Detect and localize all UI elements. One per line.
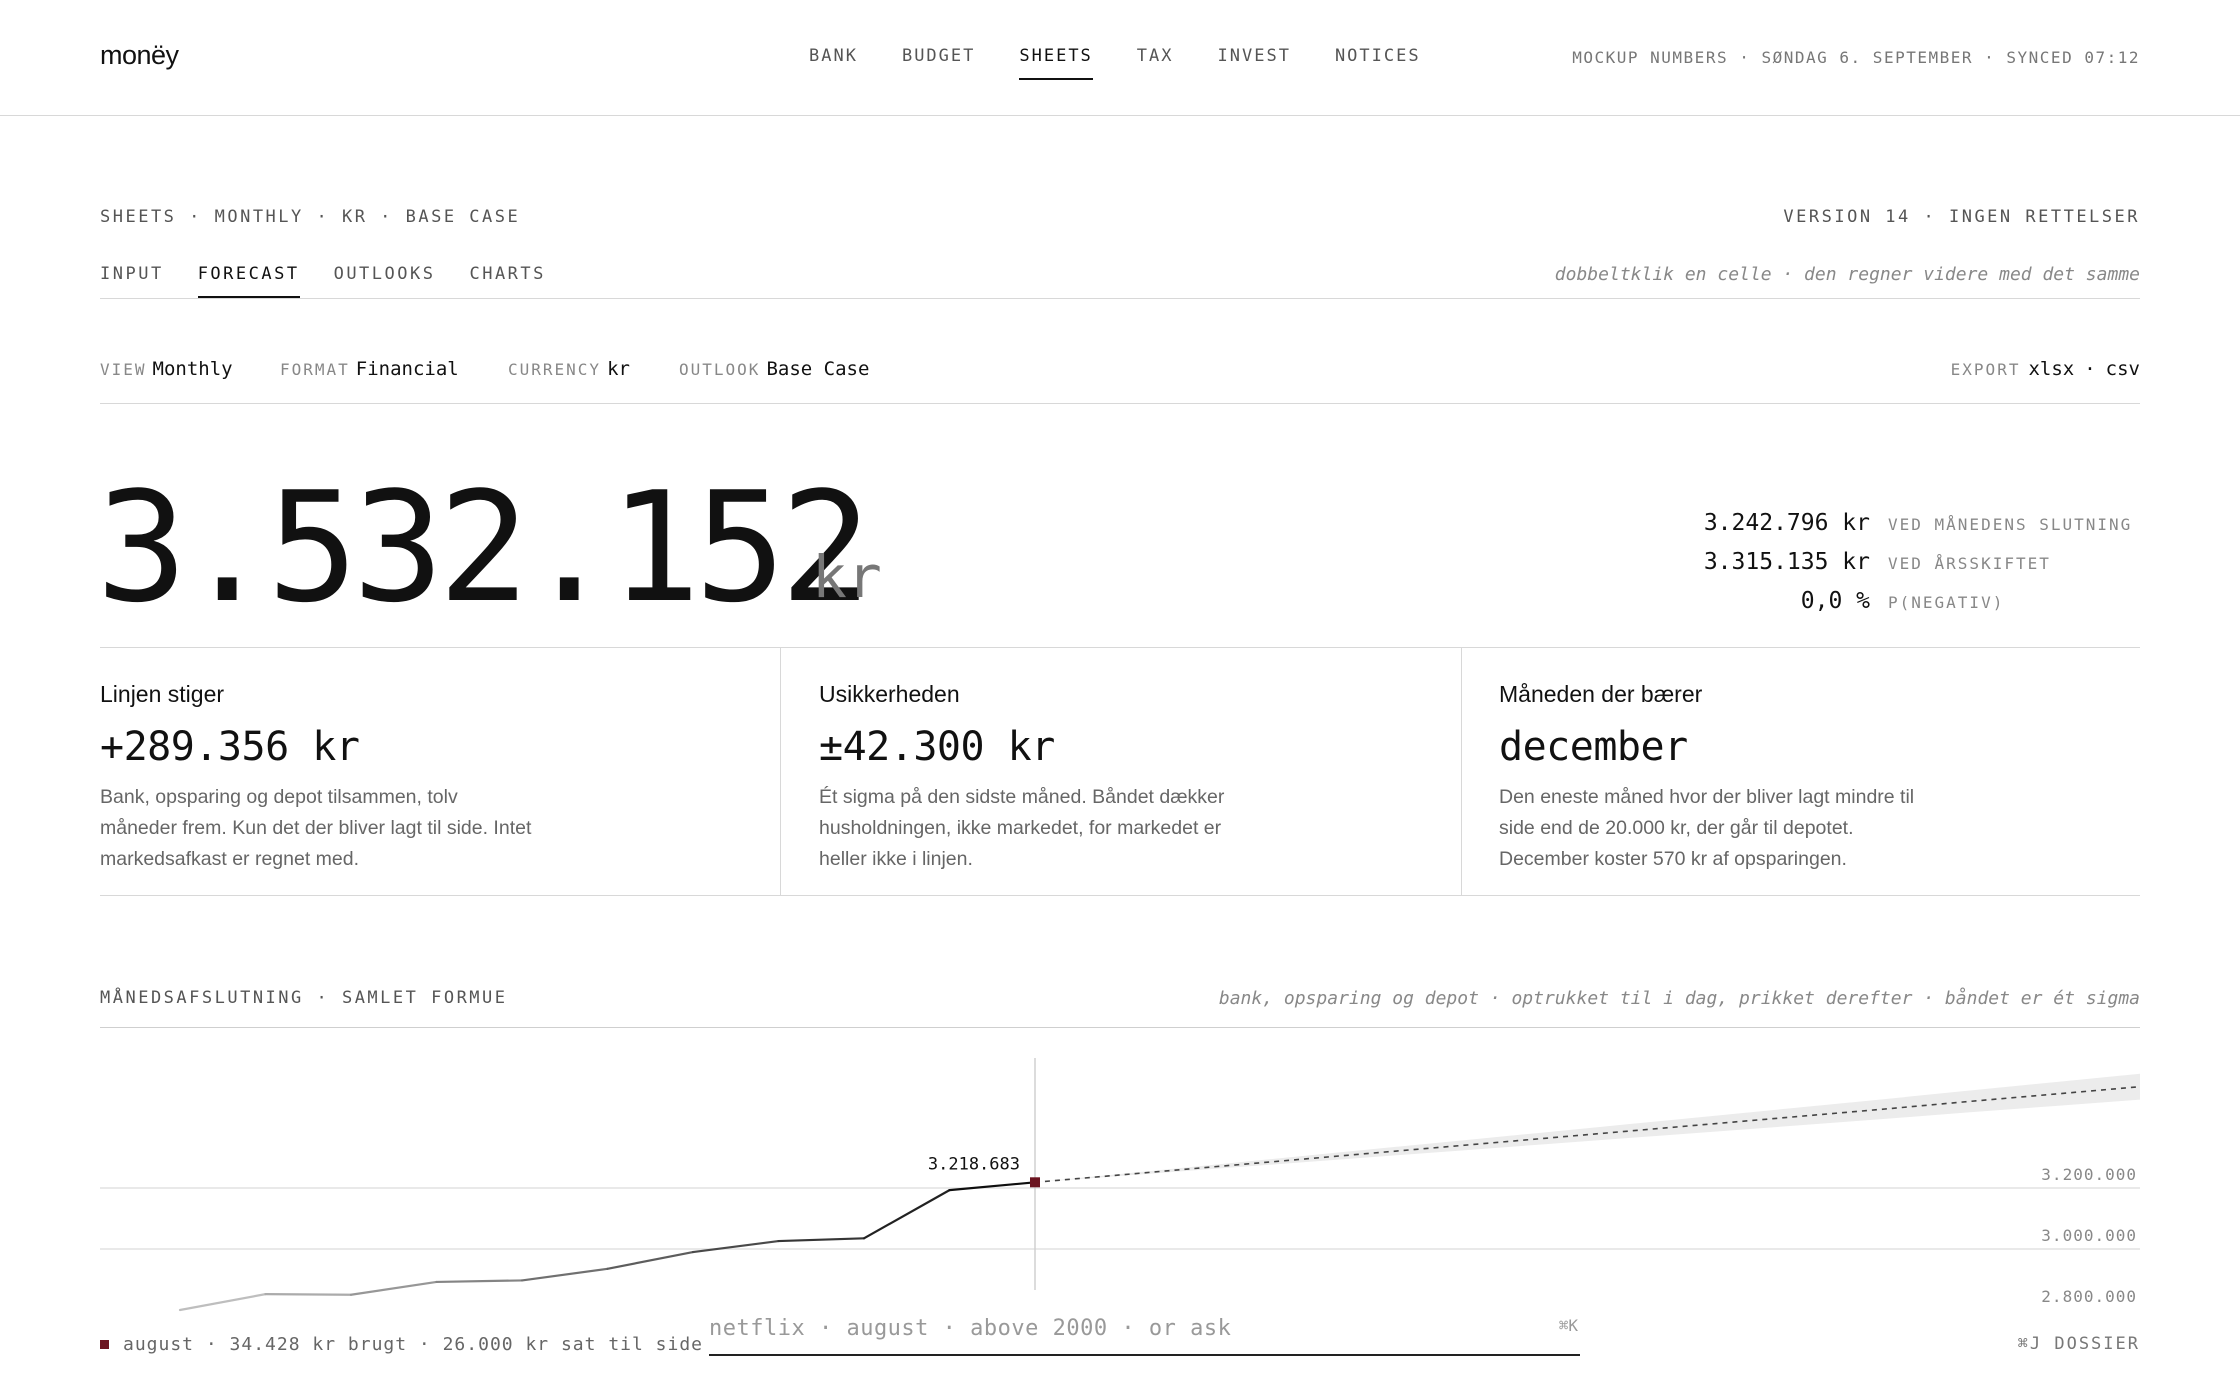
format-control[interactable]: FORMAT Financial [280,358,459,380]
chart-title: MÅNEDSAFSLUTNING · SAMLET FORMUE [100,988,508,1008]
card-description: Ét sigma på den sidste måned. Båndet dæk… [819,786,1225,870]
actual-line-segment [777,1237,866,1243]
card-divider [1461,648,1462,895]
y-tick-labels: 3.200.000 3.000.000 2.800.000 [2041,1165,2137,1306]
view-value[interactable]: Monthly [153,358,233,380]
headline-value: 3.532.152 [96,459,872,636]
kpi-value: 0,0 % [1800,588,1870,614]
nav-budget[interactable]: BUDGET [902,46,975,80]
outlook-value[interactable]: Base Case [766,358,869,380]
edit-hint: dobbeltklik en celle · den regner videre… [1554,264,2140,285]
app-logo[interactable]: monëy [100,40,179,71]
y-tick-label: 2.800.000 [2041,1287,2137,1306]
actual-line-segment [606,1250,695,1270]
kpi-label: VED MÅNEDENS SLUTNING [1888,515,2133,534]
format-label: FORMAT [280,360,350,379]
nav-bank[interactable]: BANK [809,46,858,80]
cards-bottom-divider [100,895,2140,896]
card-description: Bank, opsparing og depot tilsammen, tolv… [100,786,532,870]
card-title: Usikkerheden [819,681,960,707]
kpi-value: 3.242.796 kr [1703,510,1870,536]
breadcrumb: SHEETS · MONTHLY · KR · BASE CASE [100,207,521,227]
tab-input[interactable]: INPUT [100,264,164,298]
kpi-label: VED ÅRSSKIFTET [1888,554,2051,573]
actual-line-segment [264,1293,353,1296]
card-value: december [1499,724,1688,770]
y-tick-label: 3.200.000 [2041,1165,2137,1184]
export-label: EXPORT [1950,360,2021,379]
main-nav: BANK BUDGET SHEETS TAX INVEST NOTICES [809,46,1421,80]
actual-line-segment [349,1280,438,1296]
y-tick-label: 3.000.000 [2041,1226,2137,1245]
month-summary: august · 34.428 kr brugt · 26.000 kr sat… [100,1334,703,1355]
controls-divider [100,403,2140,404]
currency-value[interactable]: kr [607,358,630,380]
card-carrying-month: Måneden der bærer december Den eneste må… [1499,648,2139,895]
dossier-button[interactable]: ⌘J DOSSIER [2018,1334,2140,1354]
card-title: Måneden der bærer [1499,681,1703,707]
today-value-label: 3.218.683 [928,1154,1020,1174]
actual-line-segment [178,1293,267,1312]
command-shortcut: ⌘K [1558,1316,1578,1335]
export-xlsx-button[interactable]: xlsx [2028,358,2074,380]
outlook-label: OUTLOOK [679,360,761,379]
actual-line-segment [862,1189,951,1240]
nav-notices[interactable]: NOTICES [1335,46,1421,80]
actual-line-segment [948,1181,1037,1192]
card-uncertainty: Usikkerheden ±42.300 kr Ét sigma på den … [819,648,1479,895]
format-value[interactable]: Financial [356,358,459,380]
month-summary-text: august · 34.428 kr brugt · 26.000 kr sat… [123,1334,704,1355]
currency-control[interactable]: CURRENCY kr [508,358,630,380]
kpi-year-end: 3.315.135 kr VED ÅRSSKIFTET [1620,549,2140,575]
version-label: VERSION 14 · INGEN RETTELSER [1783,207,2140,227]
export-csv-button[interactable]: csv [2106,358,2140,380]
command-bar: ⌘K [709,1308,1580,1356]
kpi-label: P(NEGATIV) [1888,593,2005,612]
view-control[interactable]: VIEW Monthly [100,358,233,380]
export-control: EXPORT xlsx · csv [1951,358,2140,380]
actual-line-segment [691,1239,780,1254]
month-marker-icon [100,1340,109,1349]
tab-charts[interactable]: CHARTS [469,264,545,298]
kpi-value: 3.315.135 kr [1703,549,1870,575]
kpi-month-end: 3.242.796 kr VED MÅNEDENS SLUTNING [1620,510,2140,536]
top-bar: monëy BANK BUDGET SHEETS TAX INVEST NOTI… [0,0,2240,116]
nav-tax[interactable]: TAX [1137,46,1174,80]
currency-label: CURRENCY [508,360,602,379]
net-worth-chart: 3.218.683 3.200.000 3.000.000 2.800.000 [100,1058,2141,1312]
tabs-divider [100,298,2140,299]
card-title: Linjen stiger [100,681,225,707]
card-value: +289.356 kr [100,724,360,770]
sigma-band-area [1035,1073,2140,1183]
nav-invest[interactable]: INVEST [1218,46,1291,80]
today-marker-point [1030,1177,1040,1188]
export-separator: · [2084,358,2096,380]
headline-unit: kr [812,543,882,611]
card-value: ±42.300 kr [819,724,1055,770]
view-label: VIEW [100,360,147,379]
actual-line-segment [520,1267,609,1282]
sync-status: MOCKUP NUMBERS · SØNDAG 6. SEPTEMBER · S… [1572,48,2140,67]
card-line-rising: Linjen stiger +289.356 kr Bank, opsparin… [100,648,760,895]
chart-note: bank, opsparing og depot · optrukket til… [1218,988,2140,1009]
card-divider [780,648,781,895]
tab-outlooks[interactable]: OUTLOOKS [334,264,436,298]
actual-line-segment [435,1279,524,1284]
nav-sheets[interactable]: SHEETS [1019,46,1094,80]
sheet-tabs: INPUT FORECAST OUTLOOKS CHARTS [100,264,546,298]
tab-forecast[interactable]: FORECAST [197,264,300,298]
outlook-control[interactable]: OUTLOOK Base Case [679,358,869,380]
kpi-p-negative: 0,0 % P(NEGATIV) [1620,588,2140,614]
command-input[interactable] [709,1308,1509,1348]
card-description: Den eneste måned hvor der bliver lagt mi… [1499,786,1915,870]
sigma-band [1035,1073,2140,1183]
